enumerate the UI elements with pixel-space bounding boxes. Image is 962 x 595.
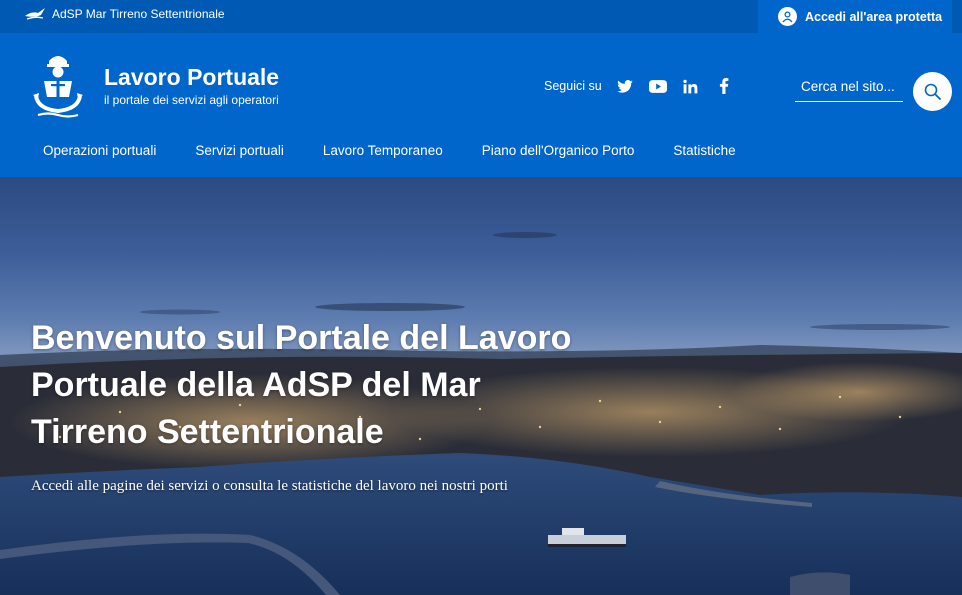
user-icon (778, 7, 797, 26)
social-label: Seguici su (544, 79, 602, 93)
social-links: Seguici su (544, 77, 748, 95)
hero-title: Benvenuto sul Portale del Lavoro Portual… (31, 319, 572, 451)
facebook-icon[interactable] (715, 77, 733, 95)
brand-label: AdSP Mar Tirreno Settentrionale (52, 7, 225, 21)
search-icon (924, 83, 941, 100)
search-field (795, 71, 903, 102)
linkedin-icon[interactable] (682, 77, 700, 95)
main-navigation: Operazioni portuali Servizi portuali Lav… (43, 143, 775, 165)
search-button[interactable] (913, 72, 952, 111)
lavoro-portuale-logo[interactable] (32, 49, 84, 119)
site-header: Lavoro Portuale il portale dei servizi a… (0, 33, 962, 177)
youtube-icon[interactable] (648, 77, 667, 95)
twitter-icon[interactable] (616, 77, 634, 95)
nav-item-statistiche[interactable]: Statistiche (673, 143, 735, 165)
login-label: Accedi all'area protetta (805, 9, 943, 24)
nav-item-servizi-portuali[interactable]: Servizi portuali (195, 143, 284, 165)
adsp-logo-icon (25, 8, 45, 20)
hero-banner: Benvenuto sul Portale del Lavoro Portual… (0, 177, 962, 595)
search-input[interactable] (795, 71, 903, 101)
site-title: Lavoro Portuale (104, 64, 280, 90)
nav-item-lavoro-temporaneo[interactable]: Lavoro Temporaneo (323, 143, 443, 165)
nav-item-operazioni-portuali[interactable]: Operazioni portuali (43, 143, 156, 165)
login-protected-area-button[interactable]: Accedi all'area protetta (758, 0, 952, 33)
nav-item-piano-organico-porto[interactable]: Piano dell'Organico Porto (482, 143, 635, 165)
top-bar: AdSP Mar Tirreno Settentrionale Accedi a… (0, 0, 962, 33)
adsp-brand-link[interactable]: AdSP Mar Tirreno Settentrionale (24, 0, 225, 28)
hero-subtitle: Accedi alle pagine dei servizi o consult… (31, 478, 508, 494)
site-subtitle: il portale dei servizi agli operatori (104, 93, 279, 107)
